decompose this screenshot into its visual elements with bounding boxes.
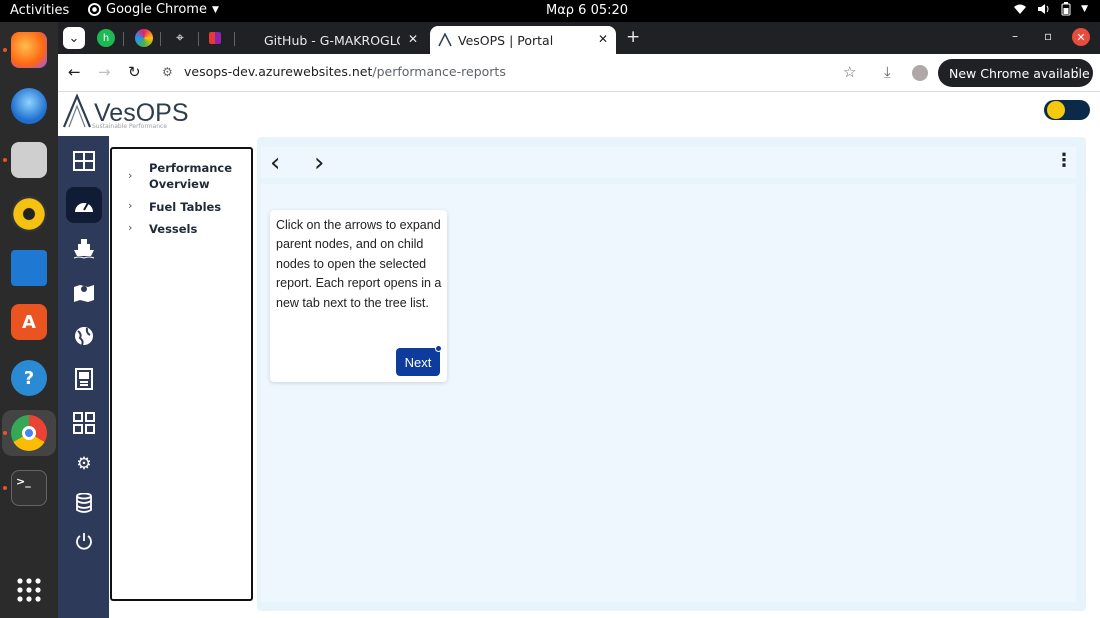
running-indicator	[3, 158, 7, 162]
app-menu[interactable]: Google Chrome ▼	[88, 2, 219, 17]
pinned-tab-icon[interactable]	[135, 29, 153, 47]
files-icon[interactable]	[11, 142, 47, 178]
firefox-icon[interactable]	[11, 32, 47, 68]
vesops-logo[interactable]: VesOPS Sustainable Performance	[62, 94, 189, 130]
thunderbird-icon[interactable]	[11, 88, 47, 124]
chrome-small-icon	[88, 3, 101, 16]
writer-icon[interactable]	[11, 250, 47, 286]
power-logout-icon[interactable]	[71, 528, 97, 554]
running-indicator	[3, 431, 7, 435]
bookmark-star-icon[interactable]: ☆	[843, 63, 856, 81]
tab-separator	[123, 32, 124, 46]
update-chrome-button[interactable]: New Chrome available ⋮	[938, 59, 1093, 87]
pinned-tab-icon[interactable]: h	[97, 29, 115, 47]
chevron-right-icon[interactable]: ›	[128, 169, 132, 182]
dock: A ? >_	[0, 22, 58, 618]
theme-toggle[interactable]	[1044, 100, 1090, 120]
tree-node-fuel-tables[interactable]: › Fuel Tables	[128, 199, 221, 215]
more-options-icon[interactable]: ⋮	[1055, 150, 1073, 171]
tour-beacon-dot	[435, 345, 442, 352]
app-center-icon[interactable]: A	[11, 304, 47, 340]
report-tree-panel: › Performance Overview › Fuel Tables › V…	[110, 147, 253, 601]
globe-icon[interactable]	[71, 323, 97, 349]
maximize-window-icon[interactable]: ▫	[1044, 29, 1052, 43]
tab-title: VesOPS | Portal	[458, 32, 554, 48]
minimize-window-icon[interactable]: –	[1012, 29, 1018, 43]
ship-icon[interactable]	[71, 235, 97, 261]
chevron-right-icon[interactable]: ›	[128, 221, 132, 234]
download-icon[interactable]: ⤓	[884, 63, 891, 81]
speedometer-icon[interactable]	[71, 192, 97, 218]
chevron-down-icon: ▼	[211, 4, 219, 15]
more-vert-icon: ⋮	[1070, 64, 1084, 79]
sun-icon	[1047, 101, 1065, 119]
new-tab-button[interactable]: +	[626, 27, 640, 47]
pinned-tab-icon[interactable]	[209, 32, 221, 44]
vesops-favicon-icon	[438, 33, 452, 47]
tour-next-label: Next	[404, 354, 432, 370]
clock[interactable]: Μαρ 6 05:20	[546, 3, 628, 18]
tab-github[interactable]: GitHub - G-MAKROGLOU ✕	[256, 26, 426, 54]
tree-node-performance-overview[interactable]: › Performance Overview	[128, 160, 239, 192]
chevron-down-icon: ▼	[1081, 4, 1088, 14]
reload-icon[interactable]: ↻	[128, 63, 141, 81]
volume-icon	[1038, 4, 1049, 14]
running-indicator	[3, 486, 7, 490]
chrome-icon[interactable]	[11, 415, 47, 451]
app-menu-label: Google Chrome	[106, 2, 207, 17]
tour-message: Click on the arrows to expand parent nod…	[276, 218, 442, 310]
pinned-tab-icon[interactable]: ⌖	[171, 29, 189, 47]
close-tab-icon[interactable]: ✕	[598, 32, 608, 46]
dashboard-icon[interactable]	[71, 148, 97, 174]
tab-search-button[interactable]: ⌄	[63, 27, 85, 49]
tab-separator	[198, 32, 199, 46]
tab-vesops[interactable]: VesOPS | Portal ✕	[430, 26, 616, 54]
tree-node-vessels[interactable]: › Vessels	[128, 221, 197, 237]
back-arrow-icon[interactable]: ←	[68, 63, 81, 81]
forward-arrow-icon[interactable]: →	[98, 63, 111, 81]
show-apps-icon[interactable]	[11, 572, 47, 608]
apps-grid-icon[interactable]	[71, 410, 97, 436]
report-tabs-toolbar	[261, 147, 1076, 178]
map-icon[interactable]	[71, 279, 97, 305]
browser-toolbar: ← → ↻ ⚙ vesops-dev.azurewebsites.net/per…	[58, 54, 1100, 92]
tab-title: GitHub - G-MAKROGLOU	[264, 32, 400, 48]
tree-node-label: Performance Overview	[149, 161, 233, 191]
close-tab-icon[interactable]: ✕	[408, 32, 418, 46]
app-sidebar-nav: ⚙	[58, 136, 109, 618]
tree-node-label: Vessels	[149, 222, 198, 236]
wifi-icon	[1014, 4, 1027, 14]
browser-tab-strip: ⌄ h ⌖ GitHub - G-MAKROGLOU ✕ VesOPS | Po…	[58, 22, 1100, 54]
system-top-bar: Activities Google Chrome ▼ Μαρ 6 05:20 ▼	[0, 0, 1100, 22]
system-tray[interactable]: ▼	[1013, 2, 1088, 16]
url-host: vesops-dev.azurewebsites.net	[184, 64, 373, 79]
battery-icon	[1061, 2, 1071, 16]
chevron-right-icon[interactable]: ›	[128, 199, 132, 212]
tab-separator	[234, 32, 235, 46]
help-icon[interactable]: ?	[11, 360, 47, 396]
profile-avatar[interactable]	[912, 65, 928, 81]
address-bar[interactable]: vesops-dev.azurewebsites.net/performance…	[184, 64, 506, 79]
rhythmbox-icon[interactable]	[11, 196, 47, 232]
brand-tagline: Sustainable Performance	[92, 123, 168, 130]
tab-separator	[160, 32, 161, 46]
url-path: /performance-reports	[372, 64, 506, 79]
tour-next-button[interactable]: Next	[396, 345, 442, 376]
report-document-icon[interactable]	[71, 366, 97, 392]
database-icon[interactable]	[71, 490, 97, 516]
terminal-icon[interactable]: >_	[11, 470, 47, 506]
guided-tour-popover: Click on the arrows to expand parent nod…	[270, 210, 447, 382]
running-indicator	[3, 48, 7, 52]
update-chrome-label: New Chrome available	[949, 65, 1090, 81]
close-window-icon[interactable]: ✕	[1072, 28, 1090, 46]
site-info-icon[interactable]: ⚙	[162, 65, 173, 79]
scroll-tabs-left-icon[interactable]: ‹	[270, 148, 280, 178]
activities-button[interactable]: Activities	[10, 3, 69, 18]
scroll-tabs-right-icon[interactable]: ›	[314, 148, 324, 178]
app-header: VesOPS Sustainable Performance	[58, 92, 1100, 136]
settings-gear-icon[interactable]: ⚙	[71, 451, 97, 477]
vesops-logo-icon	[62, 94, 92, 128]
tree-node-label: Fuel Tables	[149, 200, 222, 214]
